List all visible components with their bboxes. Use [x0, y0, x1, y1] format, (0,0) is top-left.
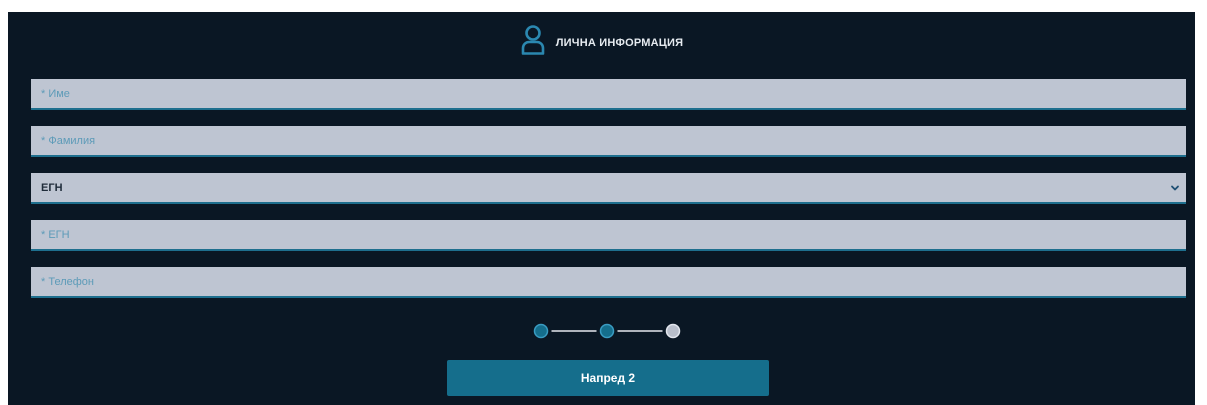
progress-stepper [533, 323, 681, 339]
stepper-dot-inactive [665, 323, 681, 339]
personal-info-panel: ЛИЧНА ИНФОРМАЦИЯ ЕГН Напред 2 [8, 12, 1195, 405]
last-name-input[interactable] [31, 126, 1186, 157]
first-name-input[interactable] [31, 79, 1186, 110]
id-type-select[interactable]: ЕГН [31, 173, 1186, 204]
stepper-dot-active [533, 323, 549, 339]
id-type-selected-value: ЕГН [41, 181, 63, 194]
phone-input[interactable] [31, 267, 1186, 298]
id-number-input[interactable] [31, 220, 1186, 251]
section-title: ЛИЧНА ИНФОРМАЦИЯ [555, 37, 684, 49]
stepper-dot-active [599, 323, 615, 339]
next-button[interactable]: Напред 2 [447, 360, 769, 396]
section-header: ЛИЧНА ИНФОРМАЦИЯ [8, 22, 1195, 58]
chevron-down-icon [1171, 185, 1179, 190]
user-icon [521, 25, 545, 55]
